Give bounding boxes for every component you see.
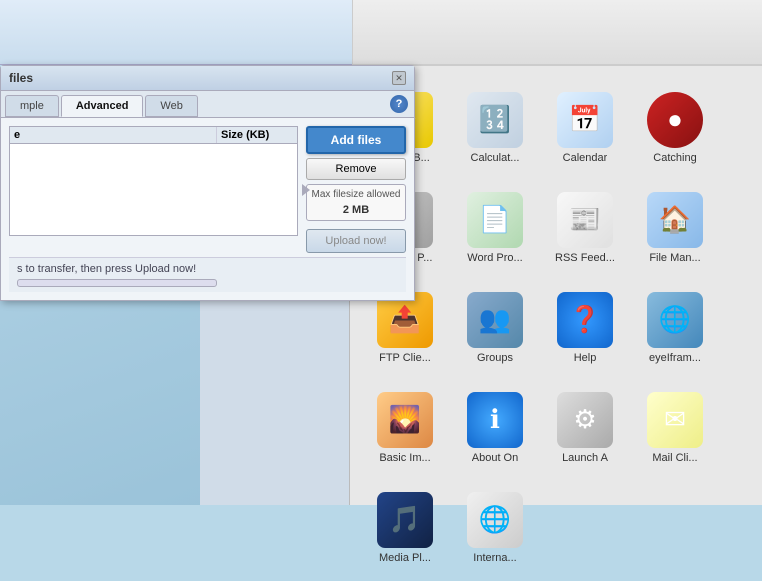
icon-item-3[interactable]: ● Catching	[630, 76, 720, 171]
icon-label-15: Mail Cli...	[652, 452, 697, 465]
icon-item-9[interactable]: 👥 Groups	[450, 276, 540, 371]
arrow-right-indicator	[302, 184, 310, 196]
icon-label-3: Catching	[653, 152, 696, 165]
icon-label-10: Help	[574, 352, 597, 365]
icon-item-14[interactable]: ⚙ Launch A	[540, 376, 630, 471]
dialog-tabs: mple Advanced Web ?	[1, 91, 414, 118]
tab-web[interactable]: Web	[145, 95, 197, 117]
icon-label-11: eyeIfram...	[649, 352, 701, 365]
file-list-area: e Size (KB) Add files Remove Max filesiz…	[9, 126, 406, 253]
icon-label-6: RSS Feed...	[555, 252, 615, 265]
icon-label-9: Groups	[477, 352, 513, 365]
icon-item-5[interactable]: 📄 Word Pro...	[450, 176, 540, 271]
icon-label-2: Calendar	[563, 152, 608, 165]
icon-item-10[interactable]: ❓ Help	[540, 276, 630, 371]
icon-label-7: File Man...	[649, 252, 700, 265]
upload-dialog: files ✕ mple Advanced Web ? e Size (KB)	[0, 65, 415, 301]
icon-label-13: About On	[472, 452, 518, 465]
icon-item-2[interactable]: 📅 Calendar	[540, 76, 630, 171]
file-list-header: e Size (KB)	[10, 127, 297, 144]
icon-label-5: Word Pro...	[467, 252, 522, 265]
icon-item-12[interactable]: 🌄 Basic Im...	[360, 376, 450, 471]
icon-image-17: 🌐	[467, 492, 523, 548]
dialog-title: files	[9, 71, 33, 85]
icon-image-14: ⚙	[557, 392, 613, 448]
icon-item-13[interactable]: ℹ About On	[450, 376, 540, 471]
icon-label-12: Basic Im...	[379, 452, 430, 465]
progress-bar	[17, 279, 217, 287]
tab-advanced[interactable]: Advanced	[61, 95, 144, 117]
icon-image-5: 📄	[467, 192, 523, 248]
icon-item-11[interactable]: 🌐 eyeIfram...	[630, 276, 720, 371]
icon-image-16: 🎵	[377, 492, 433, 548]
icon-item-6[interactable]: 📰 RSS Feed...	[540, 176, 630, 271]
icon-image-3: ●	[647, 92, 703, 148]
icon-image-6: 📰	[557, 192, 613, 248]
status-text: s to transfer, then press Upload now!	[17, 263, 196, 275]
remove-button[interactable]: Remove	[306, 158, 406, 180]
icon-image-13: ℹ	[467, 392, 523, 448]
button-panel: Add files Remove Max filesize allowed 2 …	[306, 126, 406, 253]
add-files-button[interactable]: Add files	[306, 126, 406, 154]
dialog-titlebar: files ✕	[1, 66, 414, 91]
icon-item-16[interactable]: 🎵 Media Pl...	[360, 476, 450, 571]
top-bar-right-section	[352, 0, 762, 65]
icon-image-2: 📅	[557, 92, 613, 148]
max-filesize-value: 2 MB	[311, 204, 401, 216]
icon-item-17[interactable]: 🌐 Interna...	[450, 476, 540, 571]
icon-item-7[interactable]: 🏠 File Man...	[630, 176, 720, 271]
icon-label-16: Media Pl...	[379, 552, 431, 565]
icon-image-7: 🏠	[647, 192, 703, 248]
icon-label-14: Launch A	[562, 452, 608, 465]
icon-image-10: ❓	[557, 292, 613, 348]
max-filesize-label: Max filesize allowed	[311, 189, 401, 200]
icon-image-15: ✉	[647, 392, 703, 448]
filesize-box: Max filesize allowed 2 MB	[306, 184, 406, 221]
icon-item-1[interactable]: 🔢 Calculat...	[450, 76, 540, 171]
icon-image-1: 🔢	[467, 92, 523, 148]
icon-item-15[interactable]: ✉ Mail Cli...	[630, 376, 720, 471]
icon-label-17: Interna...	[473, 552, 516, 565]
status-bar: s to transfer, then press Upload now!	[9, 257, 406, 292]
col-size-header: Size (KB)	[217, 127, 297, 143]
help-button[interactable]: ?	[390, 95, 408, 113]
icon-image-9: 👥	[467, 292, 523, 348]
top-bar	[0, 0, 762, 65]
icon-label-1: Calculat...	[471, 152, 520, 165]
tab-simple[interactable]: mple	[5, 95, 59, 117]
icon-image-11: 🌐	[647, 292, 703, 348]
icon-label-8: FTP Clie...	[379, 352, 431, 365]
upload-now-button[interactable]: Upload now!	[306, 229, 406, 253]
col-name-header: e	[10, 127, 217, 143]
dialog-content: e Size (KB) Add files Remove Max filesiz…	[1, 118, 414, 300]
dialog-close-button[interactable]: ✕	[392, 71, 406, 85]
icon-image-12: 🌄	[377, 392, 433, 448]
file-list[interactable]: e Size (KB)	[9, 126, 298, 236]
